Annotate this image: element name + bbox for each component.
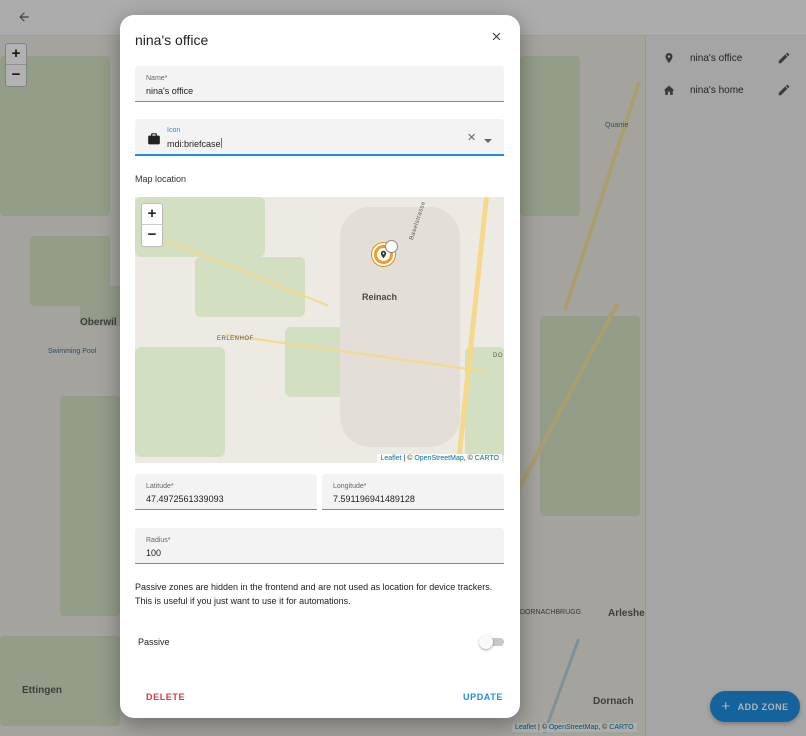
longitude-label: Longitude*	[333, 483, 367, 490]
dialog-map-zoom-control: + −	[141, 203, 163, 247]
passive-description: Passive zones are hidden in the frontend…	[135, 582, 493, 606]
radius-label: Radius*	[146, 537, 171, 544]
passive-label: Passive	[138, 637, 170, 647]
briefcase-icon	[147, 132, 161, 145]
attribution-comma: , ©	[463, 455, 475, 462]
dialog-map-attribution: Leaflet | © OpenStreetMap, © CARTO	[377, 454, 502, 463]
dialog-map-zoom-out-button[interactable]: −	[142, 225, 162, 246]
map-edge-label: DO	[493, 353, 503, 359]
latitude-field[interactable]: Latitude* 47.4972561339093	[135, 474, 317, 510]
icon-field-value: mdi:briefcase	[167, 138, 222, 149]
map-town-label: Reinach	[362, 292, 398, 302]
zone-edit-dialog: nina's office Name* nina's office Icon m…	[120, 15, 520, 718]
name-field[interactable]: Name* nina's office	[135, 66, 504, 102]
osm-link[interactable]: OpenStreetMap	[414, 455, 463, 462]
map-district-label: ERLENHOF	[217, 336, 254, 342]
chevron-down-icon[interactable]	[484, 139, 492, 143]
longitude-field[interactable]: Longitude* 7.591196941489128	[322, 474, 504, 510]
clear-icon[interactable]: ✕	[467, 131, 476, 144]
close-icon[interactable]	[487, 30, 505, 48]
radius-drag-handle[interactable]	[385, 240, 398, 253]
map-location-label: Map location	[135, 174, 187, 184]
toggle-thumb	[479, 635, 493, 649]
dialog-map-zoom-in-button[interactable]: +	[142, 204, 162, 225]
leaflet-link[interactable]: Leaflet	[380, 455, 401, 462]
passive-toggle[interactable]	[479, 635, 504, 649]
icon-field-label: Icon	[167, 127, 181, 134]
attribution-separator: | ©	[401, 455, 415, 462]
longitude-value: 7.591196941489128	[333, 494, 415, 504]
latitude-label: Latitude*	[146, 483, 174, 490]
delete-button[interactable]: DELETE	[146, 692, 185, 702]
update-button[interactable]: UPDATE	[463, 692, 503, 702]
icon-picker-field[interactable]: Icon mdi:briefcase ✕	[135, 119, 504, 156]
radius-value: 100	[146, 548, 162, 558]
carto-link[interactable]: CARTO	[475, 455, 499, 462]
name-field-value: nina's office	[146, 86, 194, 96]
latitude-value: 47.4972561339093	[146, 494, 224, 504]
dialog-title: nina's office	[135, 32, 209, 48]
name-field-label: Name*	[146, 75, 168, 82]
location-map[interactable]: Reinach ERLENHOF Baselstrasse DO + − Lea…	[135, 197, 504, 463]
radius-field[interactable]: Radius* 100	[135, 528, 504, 564]
